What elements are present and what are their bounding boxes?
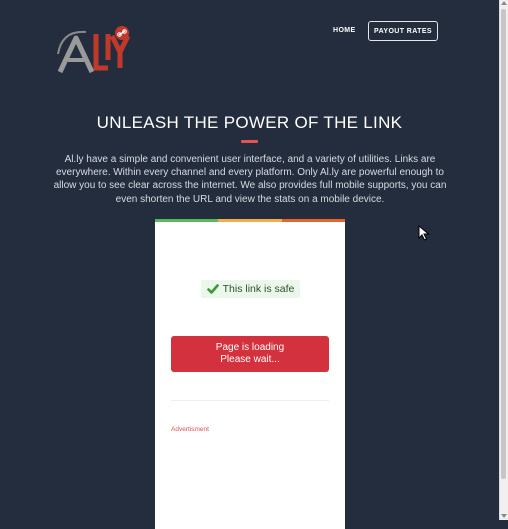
logo-icon — [57, 26, 131, 74]
stripe-green — [155, 219, 219, 222]
mouse-cursor-icon — [418, 225, 430, 241]
site-logo[interactable] — [56, 24, 138, 78]
safe-link-badge: This link is safe — [201, 280, 300, 298]
stripe-yellow — [218, 219, 282, 222]
vertical-scrollbar[interactable] — [499, 0, 508, 520]
scroll-down-arrow-icon[interactable] — [501, 514, 507, 518]
card-top-stripes — [155, 219, 345, 222]
link-card: This link is safe Page is loading Please… — [155, 219, 345, 529]
hero-title-underline — [241, 140, 258, 143]
loading-text-line2: Please wait... — [220, 354, 280, 365]
safe-link-text: This link is safe — [222, 283, 295, 295]
hero-description: Al.ly have a simple and convenient user … — [53, 154, 447, 205]
advertisement-label: Advertisment — [171, 426, 209, 433]
card-divider — [171, 400, 329, 401]
hero-title: UNLEASH THE POWER OF THE LINK — [96, 113, 403, 132]
stripe-orange — [281, 219, 345, 222]
page-loading-button[interactable]: Page is loading Please wait... — [171, 336, 329, 372]
scrollbar-thumb[interactable] — [501, 9, 506, 479]
checkmark-icon — [206, 284, 219, 294]
scroll-up-arrow-icon[interactable] — [501, 1, 507, 5]
nav-payout-rates-button[interactable]: PAYOUT RATES — [368, 21, 438, 41]
nav-home-link[interactable]: HOME — [333, 27, 356, 34]
page: HOME PAYOUT RATES UNLEASH THE POWER OF T… — [0, 0, 499, 529]
loading-text-line1: Page is loading — [215, 342, 285, 353]
